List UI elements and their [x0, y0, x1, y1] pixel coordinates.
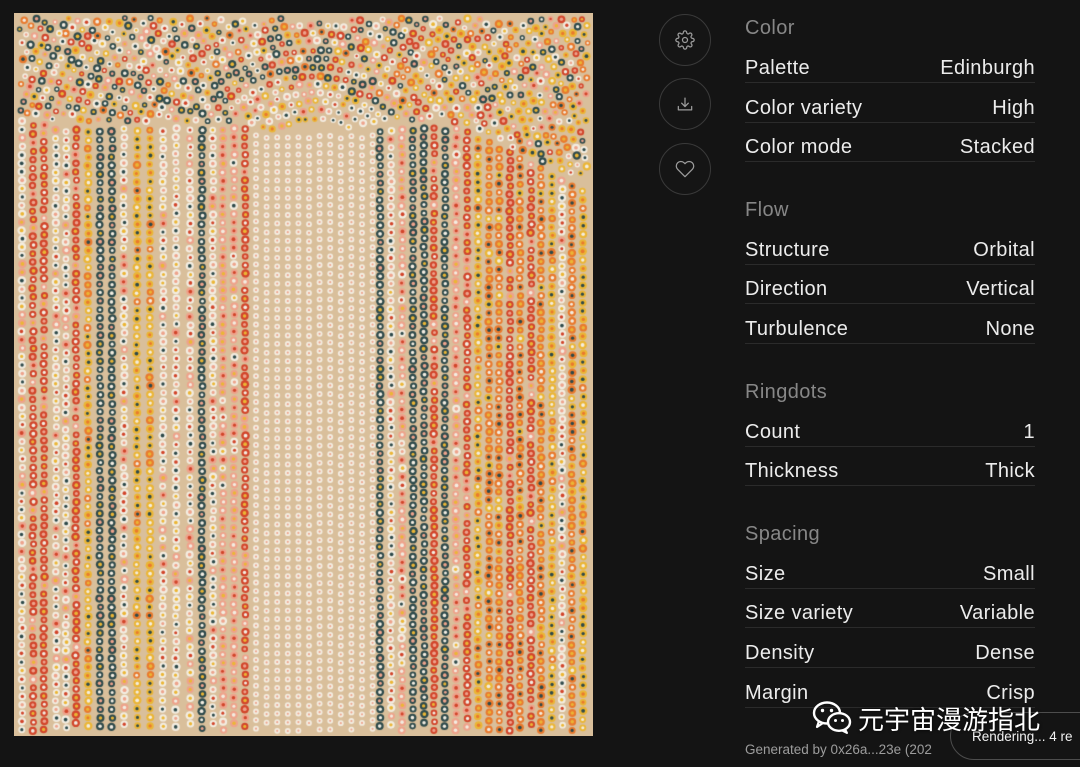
property-label: Turbulence [745, 317, 849, 340]
wechat-icon [812, 701, 852, 734]
property-label: Direction [745, 278, 828, 301]
settings-button[interactable] [659, 14, 711, 66]
generated-by-text: Generated by 0x26a...23e (202 [745, 742, 932, 757]
property-value: Thick [985, 460, 1035, 483]
property-row-density: Density Dense [745, 634, 1035, 674]
property-row-content: Palette Edinburgh [745, 55, 1035, 83]
property-label: Color variety [745, 96, 863, 119]
download-button[interactable] [659, 78, 711, 130]
property-value: None [985, 317, 1035, 340]
property-row-thickness: Thickness Thick [745, 452, 1035, 492]
property-row-turbulence: Turbulence None [745, 310, 1035, 350]
property-row-content: Color variety High [745, 95, 1035, 123]
section-title: Ringdots [745, 380, 828, 403]
property-label: Structure [745, 238, 830, 261]
heart-icon [675, 160, 695, 178]
property-row-palette: Palette Edinburgh [745, 49, 1035, 89]
property-row-content: Size Small [745, 561, 1035, 589]
property-row-content: Count 1 [745, 419, 1035, 447]
property-value: Edinburgh [940, 57, 1035, 79]
watermark: 元宇宙漫游指北 [812, 696, 1048, 740]
property-label: Size variety [745, 602, 854, 625]
property-label: Margin [745, 681, 809, 704]
property-row-count: Count 1 [745, 413, 1035, 453]
section-title: Flow [745, 198, 789, 221]
property-row-content: Direction Vertical [745, 276, 1035, 305]
section-spacing: Spacing Size Small Size variety Variable… [745, 514, 1035, 713]
property-row-size: Size Small [745, 555, 1035, 595]
property-value: Dense [975, 641, 1035, 664]
property-row-content: Turbulence None [745, 316, 1035, 344]
property-row-color-mode: Color mode Stacked [745, 128, 1035, 168]
property-value: Small [982, 562, 1035, 585]
favorite-button[interactable] [659, 143, 711, 195]
watermark-text: 元宇宙漫游指北 [858, 705, 1041, 736]
property-row-size-variety: Size variety Variable [745, 594, 1035, 634]
property-row-content: Structure Orbital [745, 237, 1035, 265]
property-label: Size [745, 562, 786, 585]
property-row-content: Color mode Stacked [745, 134, 1035, 163]
section-color: Color Palette Edinburgh Color variety Hi… [745, 8, 1035, 168]
property-value: 1 [1023, 420, 1035, 443]
section-flow: Flow Structure Orbital Direction Vertica… [745, 190, 1035, 350]
property-row-structure: Structure Orbital [745, 231, 1035, 271]
section-title: Spacing [745, 522, 821, 545]
property-row-content: Thickness Thick [745, 458, 1035, 487]
property-label: Count [745, 420, 801, 443]
property-row-content: Size variety Variable [745, 600, 1035, 629]
property-value: Vertical [966, 278, 1035, 301]
property-value: Stacked [959, 136, 1035, 159]
property-row-direction: Direction Vertical [745, 270, 1035, 310]
property-row-color-variety: Color variety High [745, 89, 1035, 129]
section-title: Color [745, 17, 795, 39]
gear-icon [675, 30, 695, 50]
property-value: High [992, 96, 1035, 119]
property-label: Thickness [745, 460, 839, 483]
property-value: Orbital [973, 238, 1035, 261]
property-label: Palette [745, 57, 811, 79]
property-label: Density [745, 641, 815, 664]
artwork-canvas [14, 13, 593, 736]
property-row-content: Density Dense [745, 640, 1035, 668]
section-ringdots: Ringdots Count 1 Thickness Thick [745, 372, 1035, 492]
property-value: Variable [959, 602, 1035, 625]
artwork-preview [14, 13, 593, 736]
properties-panel: Color Palette Edinburgh Color variety Hi… [745, 8, 1035, 713]
property-label: Color mode [745, 136, 853, 159]
download-icon [677, 97, 693, 111]
